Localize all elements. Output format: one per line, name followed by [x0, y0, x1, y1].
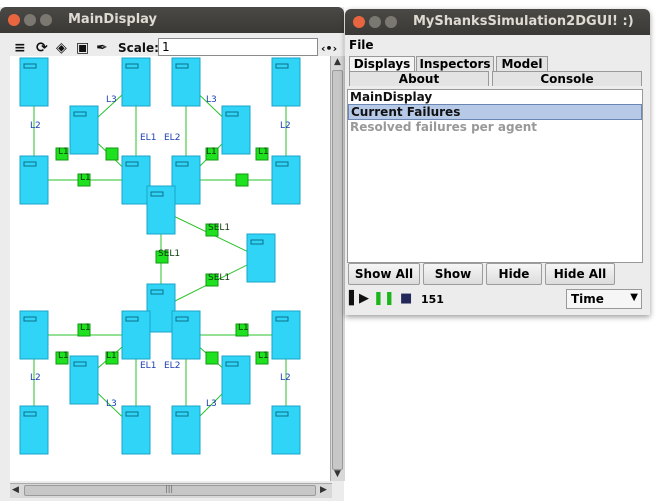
link-label: L1 [206, 147, 217, 157]
time-select[interactable]: Time ▼ [566, 289, 642, 309]
link-label: L1 [80, 173, 91, 183]
scale-input[interactable] [158, 38, 318, 56]
main-display-title: MainDisplay [68, 12, 158, 27]
pause-icon[interactable]: ❚❚ [373, 291, 395, 306]
close-button[interactable] [8, 14, 20, 26]
link-label: EL2 [164, 133, 180, 143]
link-label: L1 [106, 351, 117, 361]
tab-inspectors[interactable]: Inspectors [416, 56, 494, 71]
link-label: L2 [30, 373, 41, 383]
scroll-left-icon[interactable]: ◀ [12, 485, 19, 495]
list-item-current-failures[interactable]: Current Failures [348, 104, 642, 120]
link-label: L1 [80, 323, 91, 333]
link-label: L3 [206, 95, 217, 105]
tab-console[interactable]: Console [492, 71, 642, 86]
link-label: L2 [280, 373, 291, 383]
chevron-down-icon: ▼ [630, 292, 638, 303]
link-label: L1 [258, 351, 269, 361]
scale-label: Scale: [118, 41, 159, 55]
scroll-down-icon[interactable]: ▼ [334, 469, 341, 479]
link-label: SEL1 [208, 273, 230, 283]
list-icon[interactable]: ≡ [14, 40, 26, 56]
step-counter: 151 [421, 293, 444, 306]
record-icon[interactable]: ◈ [56, 40, 67, 56]
step-icon[interactable]: ▌▶ [349, 291, 369, 306]
network-graph: L3 L3 L2 L2 EL1 EL2 L1 L1 L1 L1 SEL1 SEL1 SEL1 L1 L1 L1… [19, 57, 301, 455]
network-canvas[interactable]: L3 L3 L2 L2 EL1 EL2 L1 L1 L1 L1 SEL1 SEL1 SEL1 L1 L1 L1… [10, 56, 330, 481]
scroll-grip-icon: ||| [165, 484, 174, 493]
scroll-up-icon[interactable]: ▲ [334, 57, 341, 67]
time-select-value: Time [571, 292, 604, 306]
console-window: MyShanksSimulation2DGUI! :) File Display… [345, 9, 650, 315]
console-title: MyShanksSimulation2DGUI! :) [413, 14, 634, 29]
maximize-button[interactable] [40, 14, 52, 26]
vertical-scroll-thumb[interactable] [332, 70, 343, 470]
horizontal-scroll-thumb[interactable]: ||| [24, 484, 316, 496]
show-button[interactable]: Show [423, 263, 483, 285]
camera-icon[interactable]: ▣ [76, 40, 89, 56]
tab-displays[interactable]: Displays [349, 56, 415, 71]
maximize-button[interactable] [385, 16, 397, 28]
vertical-scrollbar[interactable]: ▲ ▼ [330, 56, 345, 481]
link-label: SEL1 [158, 249, 180, 259]
link-label: L1 [238, 323, 249, 333]
menubar: File [345, 35, 650, 55]
tab-model[interactable]: Model [496, 56, 548, 71]
link-box [105, 147, 119, 161]
tab-about[interactable]: About [349, 71, 489, 86]
link-box [205, 351, 219, 365]
link-label: SEL1 [208, 223, 230, 233]
link-label: L2 [30, 121, 41, 131]
wrench-icon[interactable]: ✒ [96, 40, 108, 56]
minimize-button[interactable] [24, 14, 36, 26]
scroll-right-icon[interactable]: ▶ [320, 485, 327, 495]
horizontal-scrollbar[interactable]: ◀ ||| ▶ [10, 483, 332, 498]
link-label: L1 [58, 147, 69, 157]
link-label: L1 [58, 351, 69, 361]
link-label: EL2 [164, 361, 180, 371]
link-label: L1 [258, 147, 269, 157]
refresh-icon[interactable]: ⟳ [36, 40, 48, 56]
stop-icon[interactable]: ■ [400, 291, 412, 306]
link-label: L3 [206, 399, 217, 409]
link-box [235, 173, 249, 187]
console-titlebar[interactable]: MyShanksSimulation2DGUI! :) [345, 9, 650, 35]
hide-all-button[interactable]: Hide All [545, 263, 615, 285]
hide-button[interactable]: Hide [486, 263, 542, 285]
link-label: L3 [106, 399, 117, 409]
link-label: EL1 [140, 361, 156, 371]
link-label: L3 [106, 95, 117, 105]
list-item-resolved-failures[interactable]: Resolved failures per agent [348, 120, 642, 134]
list-item-main-display[interactable]: MainDisplay [348, 90, 642, 104]
display-list[interactable]: MainDisplay Current Failures Resolved fa… [347, 89, 643, 263]
link-label: L2 [280, 121, 291, 131]
main-display-titlebar[interactable]: MainDisplay [0, 7, 344, 33]
link-label: EL1 [140, 133, 156, 143]
menu-file[interactable]: File [349, 38, 374, 52]
pan-arrows-icon[interactable]: ‹•› [321, 42, 337, 55]
show-all-button[interactable]: Show All [348, 263, 420, 285]
close-button[interactable] [353, 16, 365, 28]
minimize-button[interactable] [369, 16, 381, 28]
